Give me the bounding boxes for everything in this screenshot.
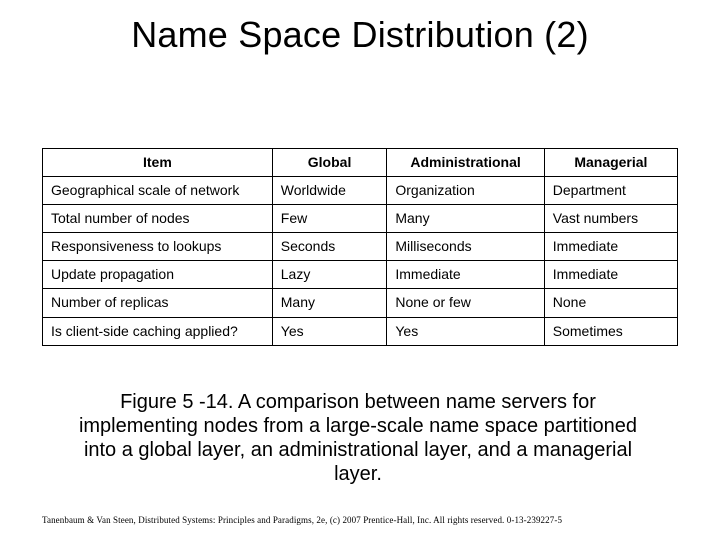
- cell-item: Total number of nodes: [43, 205, 273, 233]
- cell-admin: Yes: [387, 317, 544, 345]
- slide-title: Name Space Distribution (2): [0, 14, 720, 56]
- cell-admin: Organization: [387, 177, 544, 205]
- cell-mgr: Department: [544, 177, 677, 205]
- cell-global: Many: [272, 289, 387, 317]
- cell-item: Geographical scale of network: [43, 177, 273, 205]
- cell-global: Seconds: [272, 233, 387, 261]
- cell-global: Few: [272, 205, 387, 233]
- cell-mgr: None: [544, 289, 677, 317]
- table-row: Is client-side caching applied? Yes Yes …: [43, 317, 678, 345]
- cell-admin: Many: [387, 205, 544, 233]
- cell-global: Yes: [272, 317, 387, 345]
- cell-admin: None or few: [387, 289, 544, 317]
- header-item: Item: [43, 149, 273, 177]
- header-global: Global: [272, 149, 387, 177]
- table-row: Responsiveness to lookups Seconds Millis…: [43, 233, 678, 261]
- cell-mgr: Immediate: [544, 233, 677, 261]
- cell-mgr: Immediate: [544, 261, 677, 289]
- footer-citation: Tanenbaum & Van Steen, Distributed Syste…: [42, 516, 678, 526]
- cell-admin: Milliseconds: [387, 233, 544, 261]
- cell-mgr: Sometimes: [544, 317, 677, 345]
- cell-mgr: Vast numbers: [544, 205, 677, 233]
- slide: Name Space Distribution (2) Item Global …: [0, 0, 720, 540]
- figure-caption: Figure 5 -14. A comparison between name …: [78, 390, 638, 486]
- cell-admin: Immediate: [387, 261, 544, 289]
- cell-item: Number of replicas: [43, 289, 273, 317]
- cell-item: Update propagation: [43, 261, 273, 289]
- cell-global: Worldwide: [272, 177, 387, 205]
- cell-item: Is client-side caching applied?: [43, 317, 273, 345]
- table-row: Update propagation Lazy Immediate Immedi…: [43, 261, 678, 289]
- cell-item: Responsiveness to lookups: [43, 233, 273, 261]
- header-managerial: Managerial: [544, 149, 677, 177]
- table-row: Geographical scale of network Worldwide …: [43, 177, 678, 205]
- table-header-row: Item Global Administrational Managerial: [43, 149, 678, 177]
- comparison-table: Item Global Administrational Managerial …: [42, 148, 678, 346]
- table-row: Number of replicas Many None or few None: [43, 289, 678, 317]
- table-row: Total number of nodes Few Many Vast numb…: [43, 205, 678, 233]
- header-administrational: Administrational: [387, 149, 544, 177]
- cell-global: Lazy: [272, 261, 387, 289]
- comparison-table-container: Item Global Administrational Managerial …: [42, 148, 678, 346]
